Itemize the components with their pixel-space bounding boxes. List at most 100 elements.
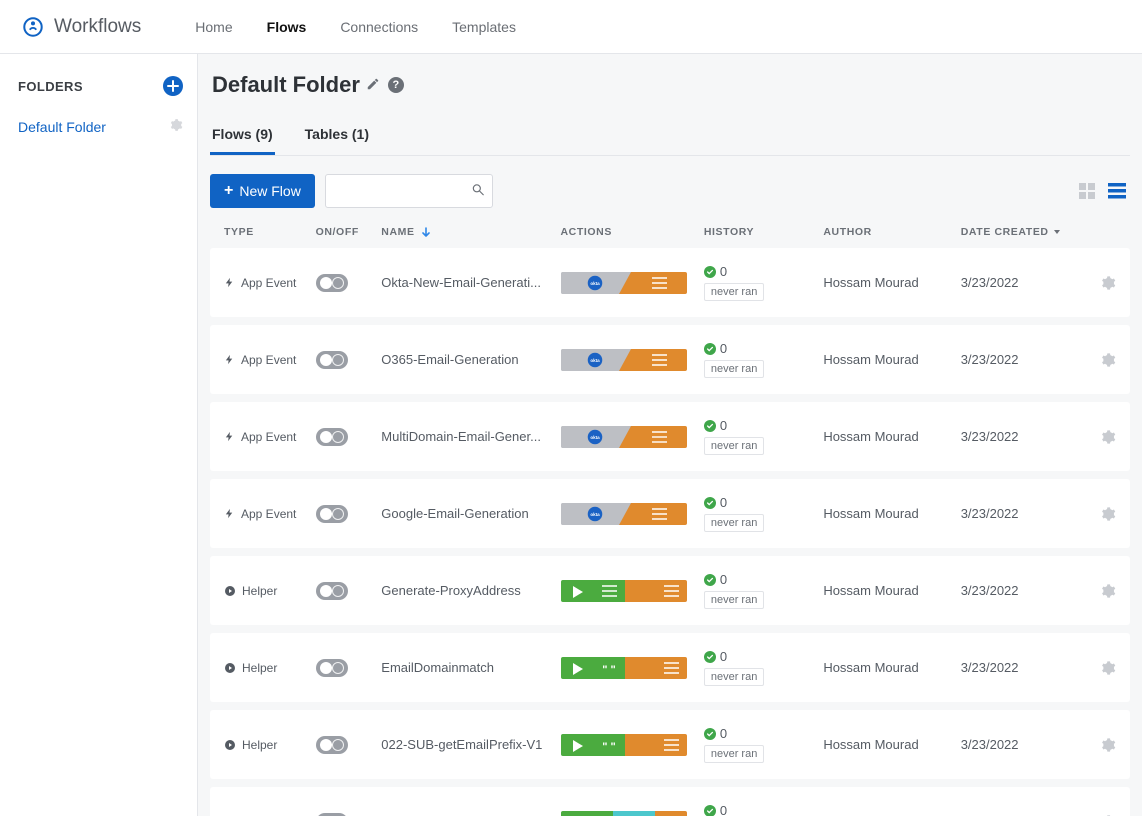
column-history[interactable]: HISTORY: [704, 226, 823, 238]
flow-date: 3/23/2022: [961, 275, 1080, 290]
row-settings-button[interactable]: [1080, 737, 1116, 753]
flow-actions: " ": [561, 734, 704, 756]
flow-name[interactable]: Google-Email-Generation: [381, 506, 560, 521]
row-settings-button[interactable]: [1080, 506, 1116, 522]
add-folder-button[interactable]: [163, 76, 183, 96]
onoff-toggle[interactable]: [316, 351, 348, 369]
table-row[interactable]: Helper Generate-ProxyAddress 0 never ran…: [210, 556, 1130, 625]
table-row[interactable]: Helper 004-CSUB-filterCompare... " "T F …: [210, 787, 1130, 816]
table-row[interactable]: App Event Google-Email-Generation okta 0…: [210, 479, 1130, 548]
flow-name[interactable]: Okta-New-Email-Generati...: [381, 275, 560, 290]
brand-label: Workflows: [54, 16, 141, 38]
flow-actions: okta: [561, 272, 704, 294]
flow-type: Helper: [224, 661, 316, 675]
nav-connections[interactable]: Connections: [340, 19, 418, 35]
edit-icon[interactable]: [366, 77, 380, 91]
success-icon: [704, 343, 716, 355]
history-status: never ran: [704, 360, 764, 378]
flow-type: App Event: [224, 507, 316, 521]
column-name[interactable]: NAME: [381, 226, 560, 238]
nav-home[interactable]: Home: [195, 19, 232, 35]
success-icon: [704, 266, 716, 278]
flow-history: 0 never ran: [704, 264, 823, 301]
flow-date: 3/23/2022: [961, 352, 1080, 367]
gear-icon[interactable]: [169, 118, 183, 135]
row-settings-button[interactable]: [1080, 275, 1116, 291]
onoff-toggle[interactable]: [316, 505, 348, 523]
row-settings-button[interactable]: [1080, 583, 1116, 599]
flow-history: 0 never ran: [704, 726, 823, 763]
toolbar: + New Flow: [210, 174, 1130, 208]
table-row[interactable]: App Event O365-Email-Generation okta 0 n…: [210, 325, 1130, 394]
flow-actions: okta: [561, 426, 704, 448]
sidebar-heading: FOLDERS: [18, 79, 83, 94]
success-icon: [704, 805, 716, 816]
column-type[interactable]: TYPE: [224, 226, 316, 238]
success-icon: [704, 651, 716, 663]
search-icon[interactable]: [471, 183, 485, 200]
nav-templates[interactable]: Templates: [452, 19, 516, 35]
sort-asc-icon: [421, 227, 431, 237]
history-status: never ran: [704, 745, 764, 763]
success-icon: [704, 497, 716, 509]
plus-icon: [167, 80, 179, 92]
flow-name[interactable]: Generate-ProxyAddress: [381, 583, 560, 598]
table-row[interactable]: Helper EmailDomainmatch " " 0 never ran …: [210, 633, 1130, 702]
new-flow-button[interactable]: + New Flow: [210, 174, 315, 208]
svg-text:okta: okta: [590, 280, 600, 285]
flow-history: 0 never ran: [704, 572, 823, 609]
flow-actions: " ": [561, 657, 704, 679]
column-actions[interactable]: ACTIONS: [561, 226, 704, 238]
view-toggle: [1078, 182, 1130, 200]
help-icon[interactable]: ?: [388, 77, 404, 93]
column-date[interactable]: DATE CREATED: [961, 226, 1080, 238]
flow-type: App Event: [224, 430, 316, 444]
success-icon: [704, 420, 716, 432]
tab-tables[interactable]: Tables (1): [303, 116, 371, 155]
sidebar-item-default-folder[interactable]: Default Folder: [18, 118, 183, 135]
flow-name[interactable]: MultiDomain-Email-Gener...: [381, 429, 560, 444]
page-title: Default Folder: [212, 72, 360, 98]
row-settings-button[interactable]: [1080, 660, 1116, 676]
flow-name[interactable]: O365-Email-Generation: [381, 352, 560, 367]
flow-type: Helper: [224, 584, 316, 598]
list-view-icon[interactable]: [1108, 182, 1126, 200]
flow-history: 0 never ran: [704, 495, 823, 532]
sidebar-item-label: Default Folder: [18, 119, 106, 135]
tab-flows[interactable]: Flows (9): [210, 116, 275, 155]
flow-name[interactable]: 022-SUB-getEmailPrefix-V1: [381, 737, 560, 752]
table-row[interactable]: App Event Okta-New-Email-Generati... okt…: [210, 248, 1130, 317]
onoff-toggle[interactable]: [316, 736, 348, 754]
logo-icon: [22, 16, 44, 38]
history-status: never ran: [704, 591, 764, 609]
history-status: never ran: [704, 437, 764, 455]
flow-author: Hossam Mourad: [823, 429, 960, 444]
nav-flows[interactable]: Flows: [267, 19, 307, 35]
flow-date: 3/23/2022: [961, 429, 1080, 444]
grid-view-icon[interactable]: [1078, 182, 1096, 200]
flow-author: Hossam Mourad: [823, 583, 960, 598]
onoff-toggle[interactable]: [316, 428, 348, 446]
flow-date: 3/23/2022: [961, 583, 1080, 598]
flow-history: 0 never ran: [704, 341, 823, 378]
flow-name[interactable]: EmailDomainmatch: [381, 660, 560, 675]
onoff-toggle[interactable]: [316, 274, 348, 292]
table-row[interactable]: App Event MultiDomain-Email-Gener... okt…: [210, 402, 1130, 471]
svg-text:" ": " ": [602, 664, 616, 676]
column-onoff[interactable]: ON/OFF: [316, 226, 382, 238]
onoff-toggle[interactable]: [316, 813, 348, 816]
tabs: Flows (9) Tables (1): [210, 116, 1130, 156]
primary-nav: Home Flows Connections Templates: [195, 19, 516, 35]
onoff-toggle[interactable]: [316, 582, 348, 600]
flow-type: Helper: [224, 738, 316, 752]
row-settings-button[interactable]: [1080, 352, 1116, 368]
table-row[interactable]: Helper 022-SUB-getEmailPrefix-V1 " " 0 n…: [210, 710, 1130, 779]
caret-down-icon: [1053, 228, 1061, 236]
success-icon: [704, 574, 716, 586]
flow-type: App Event: [224, 353, 316, 367]
row-settings-button[interactable]: [1080, 429, 1116, 445]
column-author[interactable]: AUTHOR: [823, 226, 960, 238]
onoff-toggle[interactable]: [316, 659, 348, 677]
flow-author: Hossam Mourad: [823, 275, 960, 290]
search-input[interactable]: [325, 174, 493, 208]
